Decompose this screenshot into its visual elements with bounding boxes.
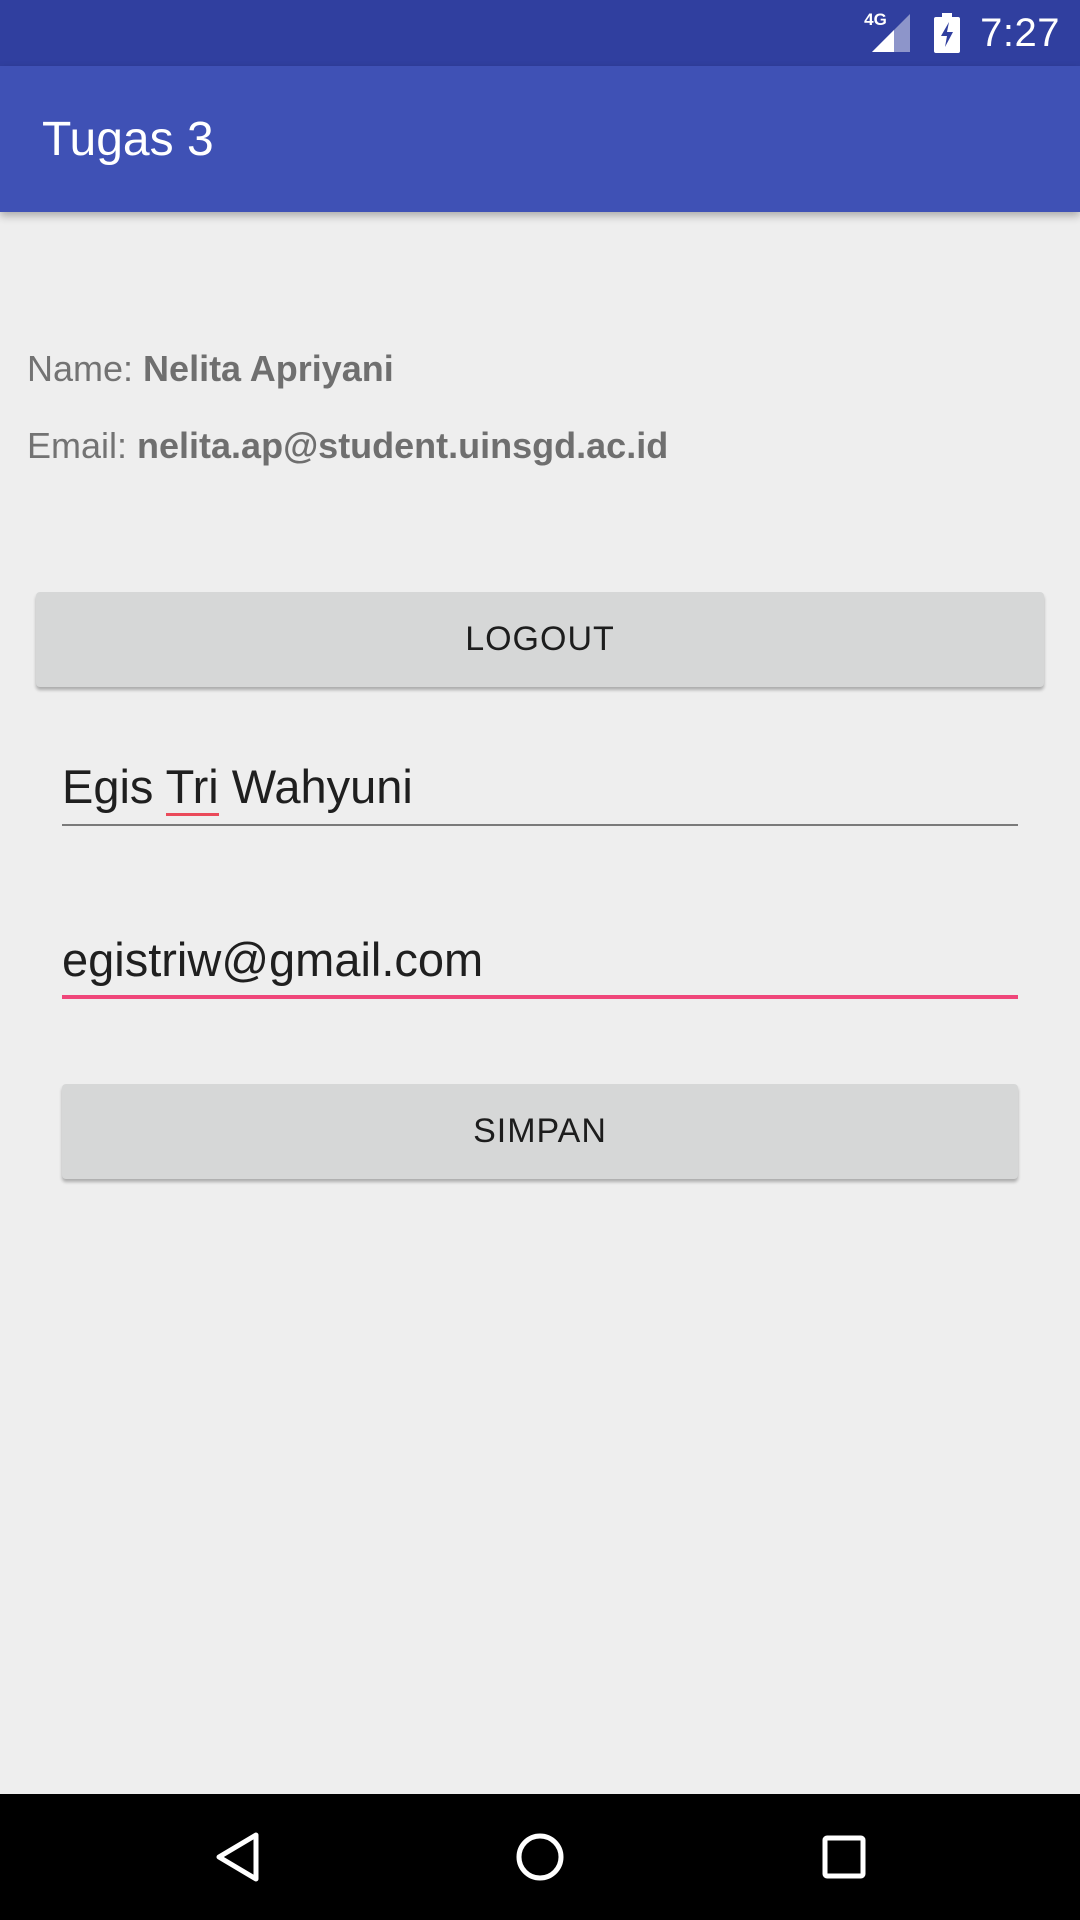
name-input-part1: Egis	[62, 760, 166, 813]
home-icon[interactable]	[480, 1794, 600, 1920]
email-input-underline	[62, 995, 1018, 999]
status-icons: 4G 7:27	[864, 0, 1060, 66]
recent-apps-icon[interactable]	[784, 1794, 904, 1920]
logout-button[interactable]: LOGOUT	[36, 592, 1044, 687]
misspelled-word: Tri	[165, 760, 219, 816]
profile-name-line: Name: Nelita Apriyani	[27, 348, 394, 390]
back-icon[interactable]	[177, 1794, 297, 1920]
save-button[interactable]: SIMPAN	[62, 1084, 1018, 1179]
name-input-underline	[62, 824, 1018, 826]
name-label: Name:	[27, 348, 144, 389]
name-input-part2: Wahyuni	[218, 760, 413, 813]
battery-charging-icon	[934, 13, 961, 53]
email-label: Email:	[27, 425, 138, 466]
email-input-text: egistriw@gmail.com	[62, 933, 484, 986]
name-value: Nelita Apriyani	[143, 348, 394, 389]
app-title: Tugas 3	[42, 112, 214, 166]
name-input-text: Egis Tri Wahyuni	[62, 759, 413, 816]
signal-icon: 4G	[864, 10, 912, 54]
clock: 7:27	[980, 10, 1060, 55]
email-value: nelita.ap@student.uinsgd.ac.id	[137, 425, 669, 466]
profile-email-line: Email: nelita.ap@student.uinsgd.ac.id	[27, 425, 668, 467]
navigation-bar	[0, 1794, 1080, 1920]
status-bar: 4G 7:27	[0, 0, 1080, 66]
app-bar: Tugas 3	[0, 66, 1080, 212]
name-input[interactable]: Egis Tri Wahyuni	[62, 740, 1018, 826]
email-input[interactable]: egistriw@gmail.com	[62, 912, 1018, 999]
